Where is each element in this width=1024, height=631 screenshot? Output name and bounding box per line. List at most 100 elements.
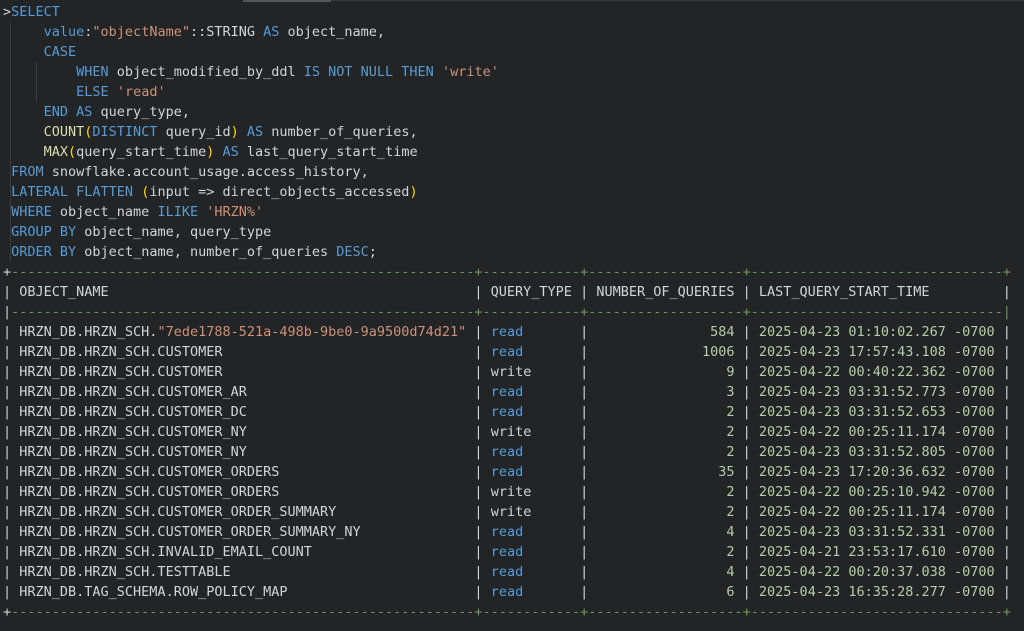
token: | <box>735 504 759 520</box>
table-row: | HRZN_DB.HRZN_SCH.CUSTOMER_ORDERS | rea… <box>3 462 1024 482</box>
token: ) <box>231 124 239 140</box>
token: CASE <box>44 44 77 60</box>
token: | <box>995 544 1011 560</box>
token: | <box>523 564 596 580</box>
token <box>133 184 141 200</box>
table-row: | HRZN_DB.HRZN_SCH.CUSTOMER_NY | write |… <box>3 422 1024 442</box>
token: last_query_start_time <box>239 144 418 160</box>
token: ::STRING <box>190 24 263 40</box>
token: | <box>995 424 1011 440</box>
token <box>214 144 222 160</box>
token: read <box>491 324 524 340</box>
token: object_name <box>52 204 158 220</box>
token: | <box>247 404 491 420</box>
token <box>3 24 44 40</box>
token: | <box>995 584 1011 600</box>
token: object_name, <box>279 24 385 40</box>
token: "7ede1788-521a-498b-9be0-9a9500d74d21" <box>157 324 466 340</box>
token: | <box>3 444 19 460</box>
token: HRZN_DB.HRZN_SCH.CUSTOMER_ORDER_SUMMARY <box>19 504 336 520</box>
token: 2025-04-23 16:35:28.277 -0700 <box>759 584 995 600</box>
token: HRZN_DB.HRZN_SCH. <box>19 324 157 340</box>
sql-line: CASE <box>3 42 1024 62</box>
table-row: | HRZN_DB.HRZN_SCH.CUSTOMER | write | 9 … <box>3 362 1024 382</box>
token: | <box>735 364 759 380</box>
table-row: | HRZN_DB.TAG_SCHEMA.ROW_POLICY_MAP | re… <box>3 582 1024 602</box>
token <box>434 64 442 80</box>
token: 584 <box>596 324 734 340</box>
token: read <box>491 584 524 600</box>
token: write <box>491 424 532 440</box>
sql-line: ORDER BY object_name, number_of_queries … <box>3 242 1024 262</box>
token: | <box>466 324 490 340</box>
token: | OBJECT_NAME | QUERY_TYPE | NUMBER_OF_Q… <box>3 284 1011 300</box>
token: | <box>279 484 490 500</box>
token: 35 <box>596 464 734 480</box>
token: input => direct_objects_accessed <box>149 184 409 200</box>
token: | <box>995 484 1011 500</box>
token: | <box>995 404 1011 420</box>
token: ----------------------------------------… <box>11 264 1011 280</box>
token: AS <box>263 24 279 40</box>
token: 2025-04-22 00:25:11.174 -0700 <box>759 424 995 440</box>
token: | <box>3 364 19 380</box>
sql-line: ELSE 'read' <box>3 82 1024 102</box>
token: ----------------------------------------… <box>11 304 1011 320</box>
token: | <box>361 524 491 540</box>
terminal-window[interactable]: >SELECT value:"objectName"::STRING AS ob… <box>0 0 1024 631</box>
token: read <box>491 524 524 540</box>
token: HRZN_DB.HRZN_SCH.CUSTOMER_ORDER_SUMMARY_… <box>19 524 360 540</box>
token: object_modified_by_ddl <box>109 64 304 80</box>
token: | <box>279 464 490 480</box>
token: number_of_queries, <box>263 124 417 140</box>
query-results-table: +---------------------------------------… <box>3 262 1024 622</box>
table-row: | HRZN_DB.HRZN_SCH.CUSTOMER_ORDERS | wri… <box>3 482 1024 502</box>
token: | <box>735 344 759 360</box>
token: HRZN_DB.HRZN_SCH.CUSTOMER_NY <box>19 424 247 440</box>
token: FROM <box>11 164 44 180</box>
token: 2025-04-23 01:10:02.267 -0700 <box>759 324 995 340</box>
token: ORDER BY <box>11 244 76 260</box>
sql-line: >SELECT <box>3 2 1024 22</box>
token: DISTINCT <box>92 124 157 140</box>
token: DESC <box>336 244 369 260</box>
token <box>3 244 11 260</box>
token: | <box>995 324 1011 340</box>
token <box>3 224 11 240</box>
token: 2025-04-23 03:31:52.805 -0700 <box>759 444 995 460</box>
token: | <box>735 404 759 420</box>
token: | <box>3 324 19 340</box>
table-row: | HRZN_DB.HRZN_SCH.CUSTOMER_ORDER_SUMMAR… <box>3 522 1024 542</box>
token: | <box>3 424 19 440</box>
table-header-row: | OBJECT_NAME | QUERY_TYPE | NUMBER_OF_Q… <box>3 282 1024 302</box>
token <box>3 204 11 220</box>
token: 1006 <box>596 344 734 360</box>
token: | <box>3 484 19 500</box>
token: | <box>735 524 759 540</box>
token: value <box>44 24 85 40</box>
token: 2025-04-22 00:40:22.362 -0700 <box>759 364 995 380</box>
token: write <box>491 504 532 520</box>
token: object_name, query_type <box>76 224 271 240</box>
table-row: | HRZN_DB.HRZN_SCH."7ede1788-521a-498b-9… <box>3 322 1024 342</box>
token: | <box>222 364 490 380</box>
token: ) <box>409 184 417 200</box>
token: END AS <box>44 104 93 120</box>
sql-line: MAX(query_start_time) AS last_query_star… <box>3 142 1024 162</box>
token: | <box>523 524 596 540</box>
token: | <box>995 344 1011 360</box>
token: read <box>491 344 524 360</box>
token: HRZN_DB.HRZN_SCH.CUSTOMER_AR <box>19 384 247 400</box>
token: 'read' <box>117 84 166 100</box>
token: | <box>735 384 759 400</box>
token: | <box>735 424 759 440</box>
token: | <box>247 384 491 400</box>
token: 2 <box>596 424 734 440</box>
sql-line: WHERE object_name ILIKE 'HRZN%' <box>3 202 1024 222</box>
token: HRZN_DB.HRZN_SCH.INVALID_EMAIL_COUNT <box>19 544 312 560</box>
token: HRZN_DB.HRZN_SCH.TESTTABLE <box>19 564 230 580</box>
token: | <box>523 544 596 560</box>
token: 'write' <box>442 64 499 80</box>
token: 2025-04-21 23:53:17.610 -0700 <box>759 544 995 560</box>
token: query_start_time <box>76 144 206 160</box>
